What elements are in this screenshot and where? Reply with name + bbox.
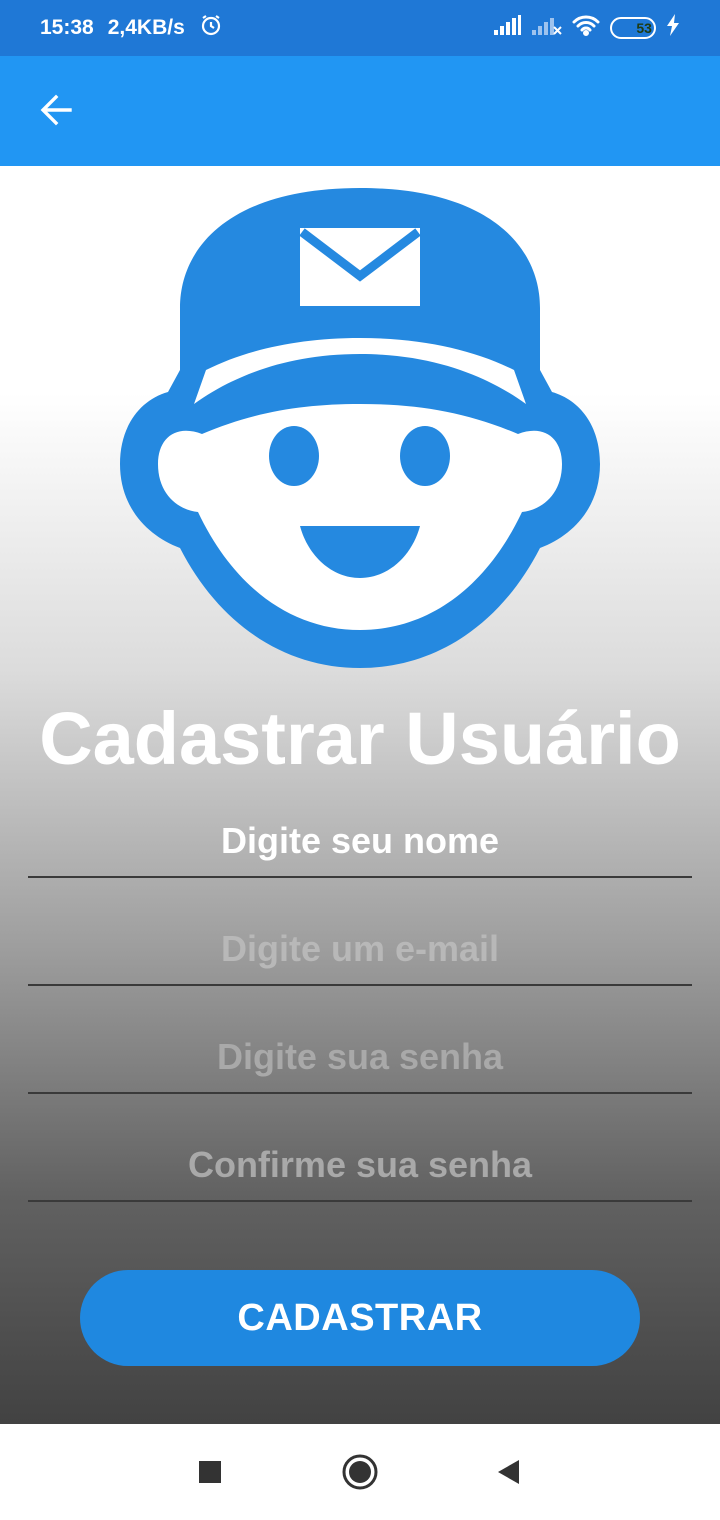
- battery-icon: 53: [610, 17, 656, 39]
- status-left: 15:38 2,4KB/s: [40, 13, 223, 43]
- email-input[interactable]: [28, 896, 692, 984]
- signal-icon: [494, 15, 522, 41]
- recents-square-icon: [199, 1461, 221, 1483]
- home-circle-icon: [342, 1454, 378, 1490]
- status-time: 15:38: [40, 16, 94, 39]
- register-button[interactable]: CADASTRAR: [80, 1270, 640, 1366]
- password-input[interactable]: [28, 1004, 692, 1092]
- app-bar: [0, 56, 720, 166]
- alarm-icon: [199, 13, 223, 43]
- back-button[interactable]: [24, 78, 88, 142]
- arrow-left-icon: [40, 94, 72, 126]
- wifi-icon: [572, 14, 600, 42]
- page-title: Cadastrar Usuário: [39, 697, 681, 780]
- confirm-password-input[interactable]: [28, 1112, 692, 1200]
- nav-back-button[interactable]: [488, 1452, 528, 1492]
- battery-level: 53: [636, 20, 652, 36]
- name-input[interactable]: [28, 788, 692, 876]
- charging-icon: [666, 14, 680, 42]
- back-triangle-icon: [498, 1460, 519, 1484]
- system-nav-bar: [0, 1424, 720, 1520]
- status-speed: 2,4KB/s: [107, 16, 185, 39]
- name-field-wrapper: [28, 788, 692, 878]
- status-bar: 15:38 2,4KB/s 53: [0, 0, 720, 56]
- recents-button[interactable]: [190, 1452, 230, 1492]
- home-button[interactable]: [340, 1452, 380, 1492]
- confirm-password-field-wrapper: [28, 1112, 692, 1202]
- signal-off-icon: [532, 15, 562, 41]
- password-field-wrapper: [28, 1004, 692, 1094]
- register-content: Cadastrar Usuário CADASTRAR: [0, 166, 720, 1424]
- email-field-wrapper: [28, 896, 692, 986]
- status-right: 53: [494, 14, 680, 42]
- mail-carrier-face-icon: [120, 188, 600, 668]
